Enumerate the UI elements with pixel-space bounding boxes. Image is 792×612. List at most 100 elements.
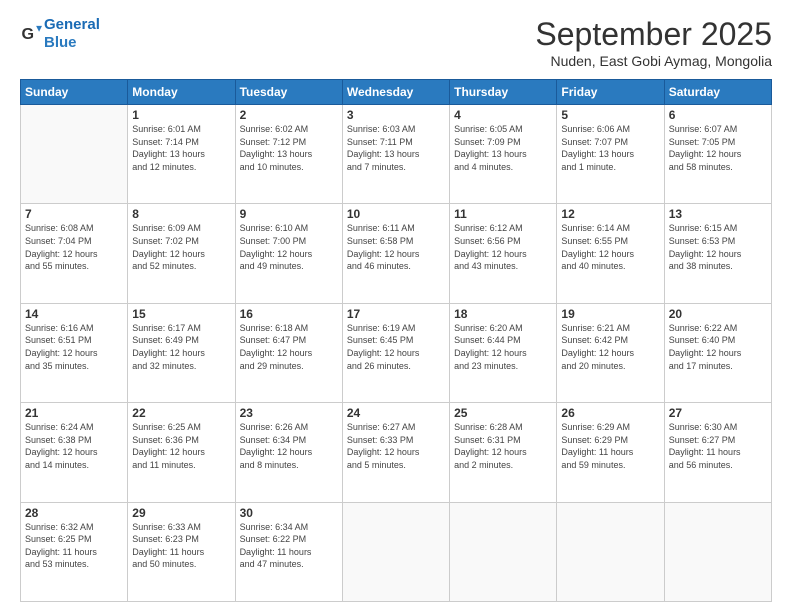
calendar-cell: [664, 502, 771, 601]
day-info: Sunrise: 6:33 AM Sunset: 6:23 PM Dayligh…: [132, 521, 230, 571]
day-info: Sunrise: 6:17 AM Sunset: 6:49 PM Dayligh…: [132, 322, 230, 372]
day-number: 4: [454, 108, 552, 122]
day-info: Sunrise: 6:20 AM Sunset: 6:44 PM Dayligh…: [454, 322, 552, 372]
day-number: 23: [240, 406, 338, 420]
day-number: 8: [132, 207, 230, 221]
day-info: Sunrise: 6:15 AM Sunset: 6:53 PM Dayligh…: [669, 222, 767, 272]
day-info: Sunrise: 6:28 AM Sunset: 6:31 PM Dayligh…: [454, 421, 552, 471]
calendar-cell: 10Sunrise: 6:11 AM Sunset: 6:58 PM Dayli…: [342, 204, 449, 303]
day-number: 9: [240, 207, 338, 221]
calendar-header-row: SundayMondayTuesdayWednesdayThursdayFrid…: [21, 80, 772, 105]
calendar-cell: 9Sunrise: 6:10 AM Sunset: 7:00 PM Daylig…: [235, 204, 342, 303]
calendar-week-row: 7Sunrise: 6:08 AM Sunset: 7:04 PM Daylig…: [21, 204, 772, 303]
day-info: Sunrise: 6:09 AM Sunset: 7:02 PM Dayligh…: [132, 222, 230, 272]
day-info: Sunrise: 6:10 AM Sunset: 7:00 PM Dayligh…: [240, 222, 338, 272]
calendar-cell: 20Sunrise: 6:22 AM Sunset: 6:40 PM Dayli…: [664, 303, 771, 402]
logo-text-line2: Blue: [44, 34, 100, 52]
day-info: Sunrise: 6:12 AM Sunset: 6:56 PM Dayligh…: [454, 222, 552, 272]
calendar-cell: 26Sunrise: 6:29 AM Sunset: 6:29 PM Dayli…: [557, 403, 664, 502]
day-number: 25: [454, 406, 552, 420]
weekday-header-tuesday: Tuesday: [235, 80, 342, 105]
day-info: Sunrise: 6:06 AM Sunset: 7:07 PM Dayligh…: [561, 123, 659, 173]
day-number: 20: [669, 307, 767, 321]
logo: G General Blue: [20, 16, 100, 52]
logo-icon: G: [20, 23, 42, 45]
day-number: 26: [561, 406, 659, 420]
day-number: 14: [25, 307, 123, 321]
calendar-cell: 18Sunrise: 6:20 AM Sunset: 6:44 PM Dayli…: [450, 303, 557, 402]
calendar-cell: 15Sunrise: 6:17 AM Sunset: 6:49 PM Dayli…: [128, 303, 235, 402]
day-number: 21: [25, 406, 123, 420]
day-info: Sunrise: 6:24 AM Sunset: 6:38 PM Dayligh…: [25, 421, 123, 471]
day-number: 13: [669, 207, 767, 221]
calendar-cell: 6Sunrise: 6:07 AM Sunset: 7:05 PM Daylig…: [664, 105, 771, 204]
day-info: Sunrise: 6:19 AM Sunset: 6:45 PM Dayligh…: [347, 322, 445, 372]
day-number: 28: [25, 506, 123, 520]
location-subtitle: Nuden, East Gobi Aymag, Mongolia: [535, 53, 772, 69]
day-number: 15: [132, 307, 230, 321]
weekday-header-wednesday: Wednesday: [342, 80, 449, 105]
calendar-week-row: 21Sunrise: 6:24 AM Sunset: 6:38 PM Dayli…: [21, 403, 772, 502]
day-number: 11: [454, 207, 552, 221]
day-number: 30: [240, 506, 338, 520]
calendar-cell: 4Sunrise: 6:05 AM Sunset: 7:09 PM Daylig…: [450, 105, 557, 204]
day-info: Sunrise: 6:16 AM Sunset: 6:51 PM Dayligh…: [25, 322, 123, 372]
calendar-week-row: 28Sunrise: 6:32 AM Sunset: 6:25 PM Dayli…: [21, 502, 772, 601]
weekday-header-monday: Monday: [128, 80, 235, 105]
day-info: Sunrise: 6:18 AM Sunset: 6:47 PM Dayligh…: [240, 322, 338, 372]
day-info: Sunrise: 6:29 AM Sunset: 6:29 PM Dayligh…: [561, 421, 659, 471]
weekday-header-sunday: Sunday: [21, 80, 128, 105]
day-info: Sunrise: 6:32 AM Sunset: 6:25 PM Dayligh…: [25, 521, 123, 571]
calendar-table: SundayMondayTuesdayWednesdayThursdayFrid…: [20, 79, 772, 602]
day-number: 12: [561, 207, 659, 221]
calendar-cell: 25Sunrise: 6:28 AM Sunset: 6:31 PM Dayli…: [450, 403, 557, 502]
calendar-cell: 2Sunrise: 6:02 AM Sunset: 7:12 PM Daylig…: [235, 105, 342, 204]
calendar-cell: 21Sunrise: 6:24 AM Sunset: 6:38 PM Dayli…: [21, 403, 128, 502]
day-number: 10: [347, 207, 445, 221]
day-info: Sunrise: 6:25 AM Sunset: 6:36 PM Dayligh…: [132, 421, 230, 471]
day-number: 3: [347, 108, 445, 122]
day-info: Sunrise: 6:01 AM Sunset: 7:14 PM Dayligh…: [132, 123, 230, 173]
calendar-cell: 29Sunrise: 6:33 AM Sunset: 6:23 PM Dayli…: [128, 502, 235, 601]
day-info: Sunrise: 6:30 AM Sunset: 6:27 PM Dayligh…: [669, 421, 767, 471]
day-number: 27: [669, 406, 767, 420]
day-info: Sunrise: 6:26 AM Sunset: 6:34 PM Dayligh…: [240, 421, 338, 471]
day-info: Sunrise: 6:11 AM Sunset: 6:58 PM Dayligh…: [347, 222, 445, 272]
calendar-cell: 13Sunrise: 6:15 AM Sunset: 6:53 PM Dayli…: [664, 204, 771, 303]
day-number: 18: [454, 307, 552, 321]
day-info: Sunrise: 6:21 AM Sunset: 6:42 PM Dayligh…: [561, 322, 659, 372]
calendar-cell: 3Sunrise: 6:03 AM Sunset: 7:11 PM Daylig…: [342, 105, 449, 204]
calendar-cell: [450, 502, 557, 601]
day-number: 6: [669, 108, 767, 122]
day-info: Sunrise: 6:22 AM Sunset: 6:40 PM Dayligh…: [669, 322, 767, 372]
day-number: 5: [561, 108, 659, 122]
calendar-cell: 27Sunrise: 6:30 AM Sunset: 6:27 PM Dayli…: [664, 403, 771, 502]
day-info: Sunrise: 6:02 AM Sunset: 7:12 PM Dayligh…: [240, 123, 338, 173]
day-number: 24: [347, 406, 445, 420]
day-number: 17: [347, 307, 445, 321]
page-header: G General Blue September 2025 Nuden, Eas…: [20, 16, 772, 69]
day-number: 19: [561, 307, 659, 321]
day-number: 2: [240, 108, 338, 122]
weekday-header-friday: Friday: [557, 80, 664, 105]
calendar-week-row: 14Sunrise: 6:16 AM Sunset: 6:51 PM Dayli…: [21, 303, 772, 402]
weekday-header-thursday: Thursday: [450, 80, 557, 105]
day-number: 22: [132, 406, 230, 420]
day-info: Sunrise: 6:07 AM Sunset: 7:05 PM Dayligh…: [669, 123, 767, 173]
day-info: Sunrise: 6:34 AM Sunset: 6:22 PM Dayligh…: [240, 521, 338, 571]
calendar-cell: 12Sunrise: 6:14 AM Sunset: 6:55 PM Dayli…: [557, 204, 664, 303]
day-number: 16: [240, 307, 338, 321]
calendar-cell: 5Sunrise: 6:06 AM Sunset: 7:07 PM Daylig…: [557, 105, 664, 204]
calendar-cell: 24Sunrise: 6:27 AM Sunset: 6:33 PM Dayli…: [342, 403, 449, 502]
svg-text:G: G: [21, 25, 34, 43]
calendar-cell: 8Sunrise: 6:09 AM Sunset: 7:02 PM Daylig…: [128, 204, 235, 303]
calendar-cell: 30Sunrise: 6:34 AM Sunset: 6:22 PM Dayli…: [235, 502, 342, 601]
calendar-cell: [557, 502, 664, 601]
day-number: 29: [132, 506, 230, 520]
calendar-cell: 19Sunrise: 6:21 AM Sunset: 6:42 PM Dayli…: [557, 303, 664, 402]
calendar-week-row: 1Sunrise: 6:01 AM Sunset: 7:14 PM Daylig…: [21, 105, 772, 204]
day-info: Sunrise: 6:14 AM Sunset: 6:55 PM Dayligh…: [561, 222, 659, 272]
calendar-cell: 17Sunrise: 6:19 AM Sunset: 6:45 PM Dayli…: [342, 303, 449, 402]
day-info: Sunrise: 6:27 AM Sunset: 6:33 PM Dayligh…: [347, 421, 445, 471]
calendar-cell: 23Sunrise: 6:26 AM Sunset: 6:34 PM Dayli…: [235, 403, 342, 502]
